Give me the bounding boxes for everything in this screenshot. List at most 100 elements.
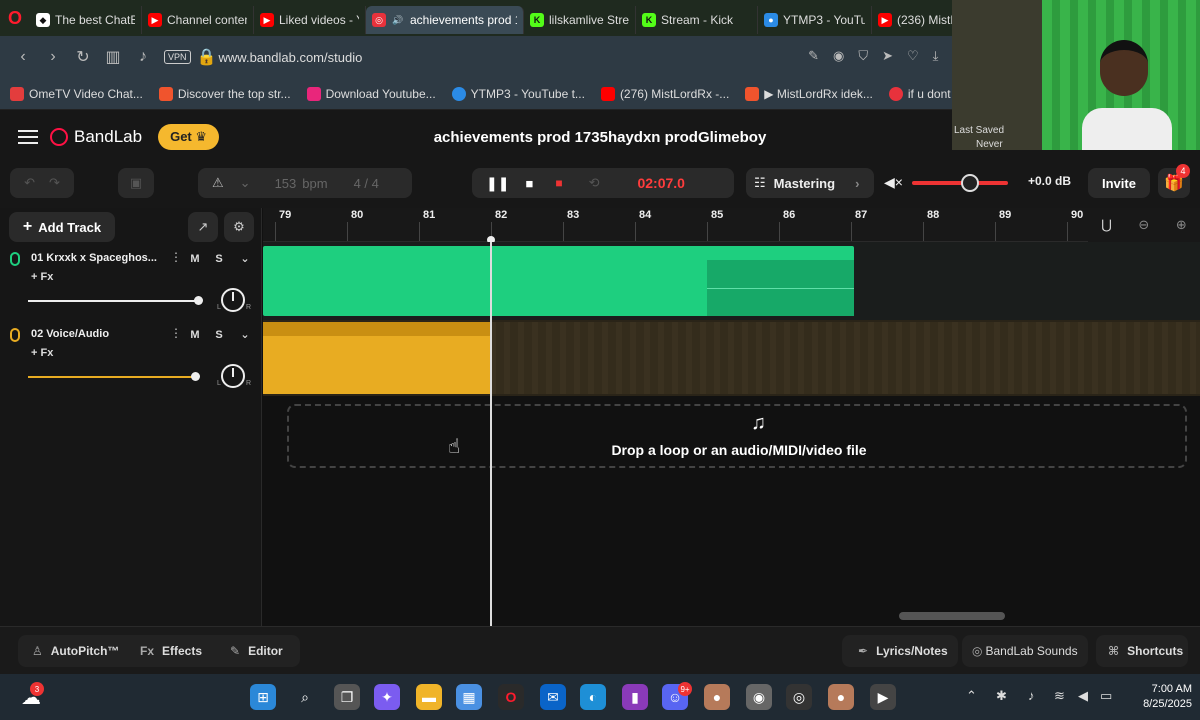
mic-icon[interactable]: ♪ (128, 48, 158, 66)
snapshot-icon[interactable]: ▥ (98, 47, 128, 67)
url-field[interactable]: www.bandlab.com/studio (219, 50, 363, 65)
zoom-out-icon[interactable]: ⊖ (1138, 217, 1149, 233)
track-volume-slider[interactable] (28, 300, 198, 302)
drop-zone[interactable]: ♫ Drop a loop or an audio/MIDI/video fil… (287, 404, 1187, 468)
add-fx-button[interactable]: + Fx (31, 347, 53, 359)
edit-icon[interactable]: ✎ (808, 48, 819, 64)
heart-icon[interactable]: ♡ (907, 48, 919, 64)
bookmark-download-youtube[interactable]: Download Youtube... (306, 86, 436, 101)
track-name[interactable]: 01 Krxxk x Spaceghos... (31, 252, 161, 264)
task-view-icon[interactable]: ❐ (334, 684, 360, 710)
metronome-icon[interactable]: ⚠ (212, 175, 224, 191)
search-icon[interactable]: ⌕ (292, 684, 318, 710)
vpn-badge[interactable]: VPN (164, 50, 191, 64)
solo-button[interactable]: S (210, 326, 228, 344)
camera-icon[interactable]: ◉ (746, 684, 772, 710)
mute-button[interactable]: M (186, 326, 204, 344)
automation-icon[interactable]: ↗ (188, 212, 218, 242)
track-header-1[interactable]: 01 Krxxk x Spaceghos... ⋮ M S ⌄ + Fx L R (0, 246, 262, 322)
battery-icon[interactable]: ▭ (1100, 688, 1112, 704)
track-volume-slider[interactable] (28, 376, 198, 378)
tray-overflow-icon[interactable]: ⌃ (966, 688, 977, 704)
tab-ytmp3[interactable]: ● YTMP3 - YouTube (758, 6, 872, 34)
bandlab-sounds-button[interactable]: ◎ BandLab Sounds (972, 639, 1078, 663)
autopitch-button[interactable]: ♙ AutoPitch™ (32, 639, 119, 663)
wifi-icon[interactable]: ≋ (1054, 688, 1065, 704)
chevron-down-icon[interactable]: ⌄ (240, 175, 251, 191)
loop-icon[interactable]: ⟲ (589, 175, 600, 191)
tray-app-icon[interactable]: ✱ (996, 688, 1007, 704)
tab-liked-videos[interactable]: ▶ Liked videos - You (254, 6, 366, 34)
obs-icon[interactable]: ◎ (786, 684, 812, 710)
save-icon[interactable]: ▣ (118, 168, 154, 198)
time-signature[interactable]: 4 / 4 (354, 176, 379, 191)
system-clock[interactable]: 7:00 AM 8/25/2025 (1120, 682, 1192, 712)
get-membership-button[interactable]: Get ♛ (158, 124, 220, 150)
track-settings-icon[interactable]: ⚙ (224, 212, 254, 242)
media-player-icon[interactable]: ▶ (870, 684, 896, 710)
undo-icon[interactable]: ↶ (24, 175, 35, 191)
opera-logo-icon[interactable]: O (0, 0, 30, 36)
app-icon-avatar-2[interactable]: ● (828, 684, 854, 710)
tab-stream-kick[interactable]: K Stream - Kick (636, 6, 758, 34)
stop-button[interactable]: ■ (525, 176, 533, 191)
windows-start-icon[interactable]: ⊞ (250, 684, 276, 710)
store-icon[interactable]: ▦ (456, 684, 482, 710)
bookmark-mistlord[interactable]: (276) MistLordRx -... (600, 86, 729, 101)
playhead[interactable] (490, 242, 492, 626)
chevron-down-icon[interactable]: ⌄ (236, 250, 254, 268)
outlook-icon[interactable]: ✉ (540, 684, 566, 710)
tab-channel-content[interactable]: ▶ Channel content - (142, 6, 254, 34)
camera-icon[interactable]: ◉ (833, 48, 844, 64)
magnet-icon[interactable]: ⋃ (1101, 217, 1112, 233)
bpm-value[interactable]: 153 (275, 176, 297, 191)
copilot-icon[interactable]: ✦ (374, 684, 400, 710)
pan-knob[interactable] (221, 364, 245, 388)
tab-achievements[interactable]: ◎ 🔊 achievements prod 17 (366, 6, 524, 34)
speaker-mute-icon[interactable]: ◀× (884, 174, 903, 191)
add-track-button[interactable]: + Add Track (9, 212, 115, 242)
track-volume-handle[interactable] (191, 372, 200, 381)
send-icon[interactable]: ➤ (882, 48, 893, 64)
opera-icon[interactable]: O (498, 684, 524, 710)
track-volume-handle[interactable] (194, 296, 203, 305)
download-icon[interactable]: ⤓ (933, 48, 939, 64)
shield-icon[interactable]: ⛉ (858, 48, 868, 64)
bookmark-ytmp3[interactable]: YTMP3 - YouTube t... (451, 86, 585, 101)
more-options-icon[interactable]: ⋮ (170, 326, 182, 340)
back-icon[interactable]: ‹ (8, 48, 38, 66)
redo-icon[interactable]: ↷ (49, 175, 60, 191)
master-volume-slider[interactable] (912, 181, 1008, 185)
bandlab-logo[interactable]: BandLab (50, 127, 142, 147)
mastering-button[interactable]: ☷ Mastering › (746, 168, 874, 198)
app-icon-avatar[interactable]: ● (704, 684, 730, 710)
master-volume-handle[interactable] (961, 174, 979, 192)
edge-icon[interactable]: ◐ (580, 684, 606, 710)
record-button[interactable]: ■ (555, 176, 562, 190)
effects-button[interactable]: Fx Effects (140, 639, 202, 663)
audio-clip-track-2-header[interactable] (263, 322, 490, 336)
track-name[interactable]: 02 Voice/Audio (31, 328, 161, 340)
timeline-ruler[interactable]: 79 80 81 82 83 84 85 86 87 88 89 90 (263, 208, 1200, 242)
bookmark-discover[interactable]: Discover the top str... (158, 86, 291, 101)
tab-lilskamlive[interactable]: K lilskamlive Stre (524, 6, 636, 34)
audio-clip-track-1-tail[interactable] (707, 260, 854, 316)
tab-chatbot[interactable]: ◆ The best ChatBot (30, 6, 142, 34)
reload-icon[interactable]: ↻ (68, 47, 98, 67)
pan-knob[interactable] (221, 288, 245, 312)
invite-button[interactable]: Invite (1088, 168, 1150, 198)
track-header-2[interactable]: 02 Voice/Audio ⋮ M S ⌄ + Fx L R (0, 322, 262, 398)
add-fx-button[interactable]: + Fx (31, 271, 53, 283)
solo-button[interactable]: S (210, 250, 228, 268)
mute-button[interactable]: M (186, 250, 204, 268)
zoom-in-icon[interactable]: ⊕ (1176, 217, 1187, 233)
horizontal-scrollbar[interactable] (899, 612, 1005, 620)
mic-icon[interactable]: ♪ (1028, 688, 1035, 703)
arrange-area[interactable]: ♫ Drop a loop or an audio/MIDI/video fil… (263, 242, 1200, 626)
hamburger-menu-icon[interactable] (18, 126, 38, 148)
editor-button[interactable]: ✎ Editor (230, 639, 283, 663)
bookmark-ometv[interactable]: OmeTV Video Chat... (10, 86, 143, 101)
bookmark-mistlord-idek[interactable]: ▶ MistLordRx idek... (745, 86, 873, 101)
more-options-icon[interactable]: ⋮ (170, 250, 182, 264)
volume-icon[interactable]: ◀ (1078, 688, 1088, 704)
